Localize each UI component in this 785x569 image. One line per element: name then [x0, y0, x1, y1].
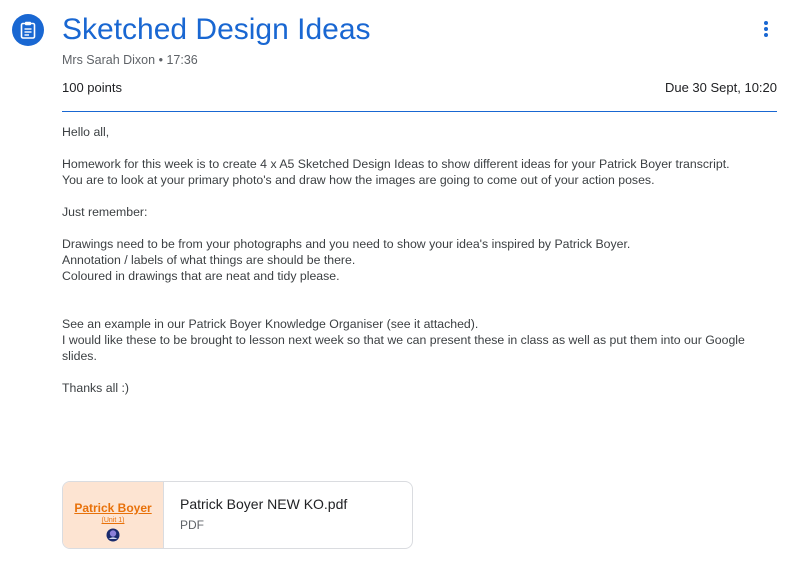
post-time: 17:36	[166, 53, 198, 67]
text-line: Drawings need to be from your photograph…	[62, 237, 631, 251]
text-line: Annotation / labels of what things are s…	[62, 253, 356, 267]
paragraph-example: See an example in our Patrick Boyer Know…	[62, 316, 777, 364]
meta-separator: •	[158, 53, 163, 67]
paragraph-greeting: Hello all,	[62, 124, 777, 140]
attachment-card[interactable]: Patrick Boyer (Unit 1) Patrick Boyer NEW…	[62, 481, 413, 549]
text-line: You are to look at your primary photo's …	[62, 173, 655, 187]
thumbnail-logo-icon	[106, 528, 120, 542]
header-divider	[62, 111, 777, 112]
paragraph-thanks: Thanks all :)	[62, 380, 777, 396]
text-line: Coloured in drawings that are neat and t…	[62, 269, 340, 283]
points-label: 100 points	[62, 80, 122, 95]
assignment-title: Sketched Design Ideas	[62, 13, 371, 46]
more-options-button[interactable]	[752, 15, 780, 43]
thumbnail-title: Patrick Boyer	[74, 501, 152, 515]
attachment-type: PDF	[180, 518, 204, 532]
attachment-name[interactable]: Patrick Boyer NEW KO.pdf	[180, 496, 347, 512]
text-line: Hello all,	[62, 125, 110, 139]
attachment-thumbnail: Patrick Boyer (Unit 1)	[63, 482, 164, 548]
more-vert-icon	[764, 21, 768, 37]
due-date: Due 30 Sept, 10:20	[664, 80, 777, 95]
text-line: Homework for this week is to create 4 x …	[62, 157, 730, 171]
assignment-meta: Mrs Sarah Dixon • 17:36	[62, 53, 198, 67]
text-line: I would like these to be brought to less…	[62, 333, 745, 363]
text-line: Just remember:	[62, 205, 148, 219]
assignment-description: Hello all, Homework for this week is to …	[62, 124, 777, 412]
assignment-icon	[12, 14, 44, 46]
text-line: Thanks all :)	[62, 381, 129, 395]
paragraph-remember: Just remember:	[62, 204, 777, 220]
paragraph-homework: Homework for this week is to create 4 x …	[62, 156, 777, 188]
text-line: See an example in our Patrick Boyer Know…	[62, 317, 479, 331]
author-name: Mrs Sarah Dixon	[62, 53, 156, 67]
attachment-info: Patrick Boyer NEW KO.pdf PDF	[164, 482, 347, 548]
thumbnail-subtitle: (Unit 1)	[101, 517, 125, 524]
paragraph-requirements: Drawings need to be from your photograph…	[62, 236, 777, 284]
